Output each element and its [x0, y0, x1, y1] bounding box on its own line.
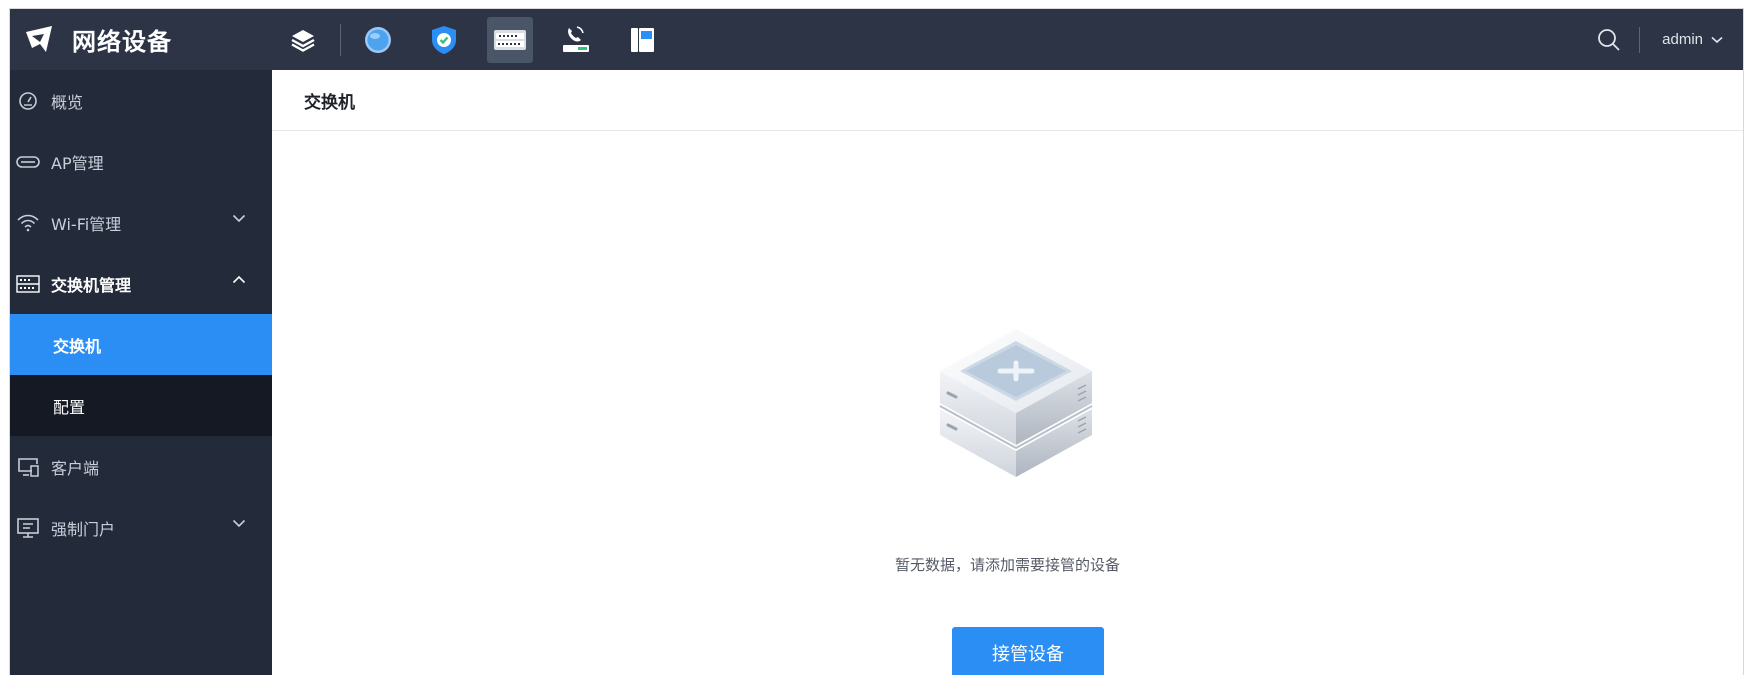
sidebar-item-overview[interactable]: 概览	[10, 70, 272, 131]
sidebar-item-label: 客户端	[51, 458, 100, 478]
top-bar: 网络设备 admin	[10, 9, 1743, 70]
switch-icon	[14, 273, 42, 295]
shield-app-button[interactable]	[421, 17, 467, 63]
empty-state-message: 暂无数据，请添加需要接管的设备	[894, 556, 1120, 574]
sidebar-item-clients[interactable]: 客户端	[10, 436, 272, 497]
sidebar-subitem-label: 交换机	[53, 336, 102, 356]
brand[interactable]: 网络设备	[10, 9, 272, 70]
globe-icon	[365, 26, 391, 53]
app-window: 网络设备 admin 概览 AP管理 Wi-Fi管理 交换机管理 交换机 配置 …	[9, 8, 1744, 675]
sidebar-item-label: 交换机管理	[51, 275, 132, 295]
ip-phone-app-button[interactable]	[553, 17, 599, 63]
switch-icon	[494, 29, 526, 50]
sidebar-item-captive-portal[interactable]: 强制门户	[10, 497, 272, 558]
sidebar-subitem-label: 配置	[53, 397, 86, 417]
switch-app-button[interactable]	[487, 16, 533, 63]
desk-phone-app-button[interactable]	[619, 17, 665, 63]
sidebar-subitem-config[interactable]: 配置	[10, 375, 272, 436]
client-icon	[14, 456, 42, 478]
chevron-down-icon	[232, 214, 246, 223]
brand-logo-icon	[26, 25, 52, 52]
sidebar-item-wifi-management[interactable]: Wi-Fi管理	[10, 192, 272, 253]
sidebar-item-label: Wi-Fi管理	[51, 214, 122, 234]
sidebar: 概览 AP管理 Wi-Fi管理 交换机管理 交换机 配置 客户端 强制门户	[10, 70, 272, 675]
sidebar-item-label: AP管理	[51, 153, 104, 173]
main-content: 交换机 暂无数据，请添加需要接管的设备 接管设备	[272, 70, 1743, 675]
sidebar-item-ap-management[interactable]: AP管理	[10, 131, 272, 192]
adopt-device-button[interactable]: 接管设备	[952, 627, 1104, 675]
portal-icon	[14, 517, 42, 539]
app-separator	[340, 23, 341, 56]
ip-phone-icon	[563, 25, 589, 52]
sidebar-item-label: 强制门户	[51, 519, 116, 539]
desk-phone-icon	[631, 27, 654, 52]
page-title: 交换机	[272, 70, 1743, 131]
brand-title: 网络设备	[72, 28, 172, 56]
app-switcher	[280, 9, 685, 70]
shield-icon	[432, 25, 456, 54]
dashboard-icon	[14, 90, 42, 112]
wifi-icon	[14, 212, 42, 234]
globe-app-button[interactable]	[355, 17, 401, 63]
search-icon[interactable]	[1597, 28, 1621, 52]
top-right-area: admin	[1597, 9, 1723, 70]
chevron-down-icon	[232, 519, 246, 528]
ap-icon	[14, 151, 42, 173]
sidebar-item-switch-management[interactable]: 交换机管理	[10, 253, 272, 314]
layers-icon	[291, 29, 315, 52]
layers-app-button[interactable]	[280, 17, 326, 63]
sidebar-item-label: 概览	[51, 92, 84, 112]
chevron-down-icon	[1711, 36, 1723, 43]
user-menu[interactable]: admin	[1662, 31, 1723, 48]
empty-box-icon	[939, 329, 1093, 477]
top-separator	[1639, 26, 1641, 53]
chevron-up-icon	[232, 275, 246, 284]
sidebar-subitem-switch[interactable]: 交换机	[10, 314, 272, 375]
username: admin	[1662, 31, 1703, 48]
